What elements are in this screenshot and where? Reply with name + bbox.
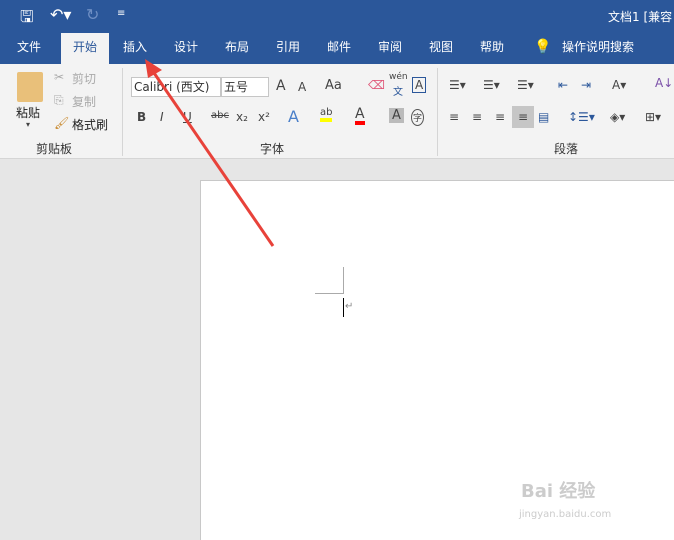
annotation-arrow xyxy=(145,59,275,247)
arrow-head xyxy=(145,59,162,78)
arrow-shaft xyxy=(150,69,275,247)
